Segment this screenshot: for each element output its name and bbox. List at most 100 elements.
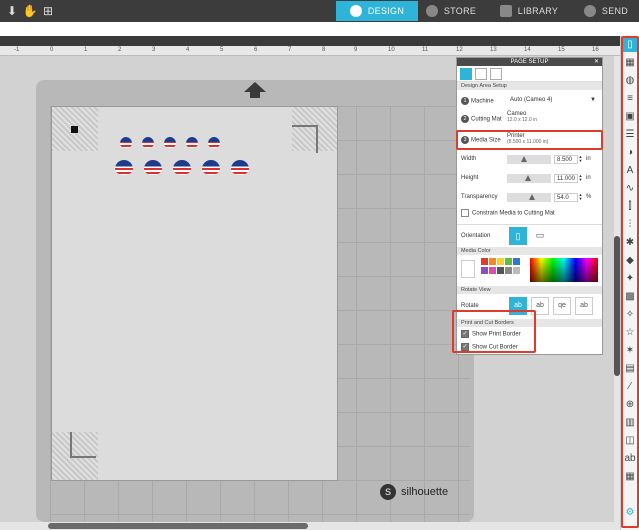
registration-mark	[70, 432, 96, 458]
chevron-down-icon: ▼	[590, 97, 596, 103]
flag-heart-small[interactable]	[142, 137, 154, 148]
tab-store[interactable]: STORE	[420, 1, 482, 21]
slider-knob[interactable]	[529, 194, 535, 200]
flag-heart-large[interactable]	[231, 160, 249, 175]
transparency-stepper[interactable]: ▲ ▼	[578, 193, 583, 202]
ruler-tick: 10	[388, 47, 395, 53]
color-swatch[interactable]	[505, 267, 512, 274]
tab-send[interactable]: SEND	[576, 1, 636, 21]
panel-title: PAGE SETUP ✕	[457, 58, 602, 66]
ruler-tick: 12	[456, 47, 463, 53]
constrain-checkbox[interactable]	[461, 209, 469, 217]
media-page[interactable]	[51, 106, 338, 481]
height-slider[interactable]	[507, 174, 551, 183]
feed-direction-stem	[250, 92, 260, 98]
flag-heart-large[interactable]	[202, 160, 220, 175]
library-icon	[499, 5, 512, 17]
machine-row: 1 Machine Auto (Cameo 4) ▼	[457, 95, 602, 108]
color-swatch[interactable]	[497, 258, 504, 265]
tab-registration[interactable]	[490, 67, 502, 80]
horizontal-scrollbar[interactable]	[0, 522, 620, 530]
color-swatch[interactable]	[497, 267, 504, 274]
import-icon[interactable]: ⬇	[4, 3, 20, 19]
current-color-swatch[interactable]	[461, 260, 475, 278]
transparency-row: Transparency 54.0 ▲ ▼ %	[461, 192, 592, 202]
height-input[interactable]: 11.000	[554, 174, 578, 183]
scroll-thumb[interactable]	[48, 523, 308, 529]
borders-highlight	[452, 310, 536, 353]
ruler-tick: 1	[84, 47, 88, 53]
slider-knob[interactable]	[525, 175, 531, 181]
height-row: Height 11.000 ▲ ▼ in	[461, 173, 591, 183]
section-media-color: Media Color	[457, 247, 602, 255]
color-swatch[interactable]	[513, 258, 520, 265]
transparency-slider[interactable]	[507, 193, 551, 202]
silhouette-logo: S silhouette	[380, 484, 448, 500]
width-slider[interactable]	[507, 155, 551, 164]
width-input[interactable]: 8.500	[554, 155, 578, 164]
ruler-tick: 13	[490, 47, 497, 53]
ruler-tick: 16	[592, 47, 599, 53]
flag-heart-large[interactable]	[173, 160, 191, 175]
ruler-tick: 9	[354, 47, 358, 53]
ruler-tick: 15	[558, 47, 565, 53]
ruler-tick: 5	[220, 47, 224, 53]
orientation-row: Orientation ▯ ▭	[457, 224, 602, 246]
ruler-tick: 0	[50, 47, 54, 53]
landscape-orientation-button[interactable]: ▭	[531, 227, 549, 245]
ruler-tick: 7	[288, 47, 292, 53]
ruler-tick: 6	[254, 47, 258, 53]
flag-heart-small[interactable]	[186, 137, 198, 148]
section-design-area: Design Area Setup	[457, 82, 602, 90]
ruler-tick: 14	[524, 47, 531, 53]
portrait-orientation-button[interactable]: ▯	[509, 227, 527, 245]
close-icon[interactable]: ✕	[594, 58, 599, 66]
ruler-tick: 11	[422, 47, 429, 53]
rotate-270-button[interactable]: ab	[575, 297, 593, 315]
width-row: Width 8.500 ▲ ▼ in	[461, 154, 591, 164]
color-swatch[interactable]	[505, 258, 512, 265]
quick-access-bar	[0, 22, 639, 36]
color-swatch[interactable]	[481, 258, 488, 265]
zoom-box-icon[interactable]: ⊞	[40, 3, 56, 19]
tab-design[interactable]: DESIGN	[336, 1, 418, 21]
color-swatch[interactable]	[481, 267, 488, 274]
flag-heart-large[interactable]	[115, 160, 133, 175]
tab-library[interactable]: LIBRARY	[494, 1, 564, 21]
ruler-tick: -1	[14, 47, 20, 53]
silhouette-logo-icon: S	[380, 484, 396, 500]
machine-select[interactable]: Auto (Cameo 4) ▼	[507, 96, 599, 106]
flag-heart-small[interactable]	[120, 137, 132, 148]
tab-grid[interactable]	[475, 67, 487, 80]
ruler-tick: 2	[118, 47, 122, 53]
registration-mark	[292, 125, 318, 153]
flag-heart-small[interactable]	[208, 137, 220, 148]
send-icon	[583, 5, 596, 17]
feed-direction-icon	[244, 82, 266, 92]
registration-mark	[71, 126, 78, 133]
color-swatch[interactable]	[489, 267, 496, 274]
tab-page-setup[interactable]	[460, 67, 472, 80]
flag-heart-large[interactable]	[144, 160, 162, 175]
top-toolbar: ⬇ ✋ ⊞ DESIGN STORE LIBRARY SEND	[0, 0, 639, 22]
section-rotate-view: Rotate View	[457, 286, 602, 294]
cutting-mat-select[interactable]: Cameo 12.0 x 12.0 in	[507, 111, 537, 123]
store-icon	[425, 5, 438, 17]
color-swatch[interactable]	[513, 267, 520, 274]
toolbar-strip	[0, 36, 620, 46]
cutting-mat-row: 2 Cutting Mat Cameo 12.0 x 12.0 in	[457, 111, 602, 129]
width-stepper[interactable]: ▲ ▼	[578, 155, 583, 164]
ruler-tick: 4	[186, 47, 190, 53]
ruler-tick: 8	[322, 47, 326, 53]
height-stepper[interactable]: ▲ ▼	[578, 174, 583, 183]
color-spectrum-shade	[530, 258, 598, 282]
design-icon	[349, 5, 362, 17]
panel-tabs	[457, 66, 602, 82]
slider-knob[interactable]	[521, 156, 527, 162]
rotate-180-button[interactable]: qe	[553, 297, 571, 315]
toolbar-highlight	[621, 36, 639, 528]
pan-hand-icon[interactable]: ✋	[22, 3, 38, 19]
color-swatch[interactable]	[489, 258, 496, 265]
transparency-input[interactable]: 54.0	[554, 193, 578, 202]
flag-heart-small[interactable]	[164, 137, 176, 148]
